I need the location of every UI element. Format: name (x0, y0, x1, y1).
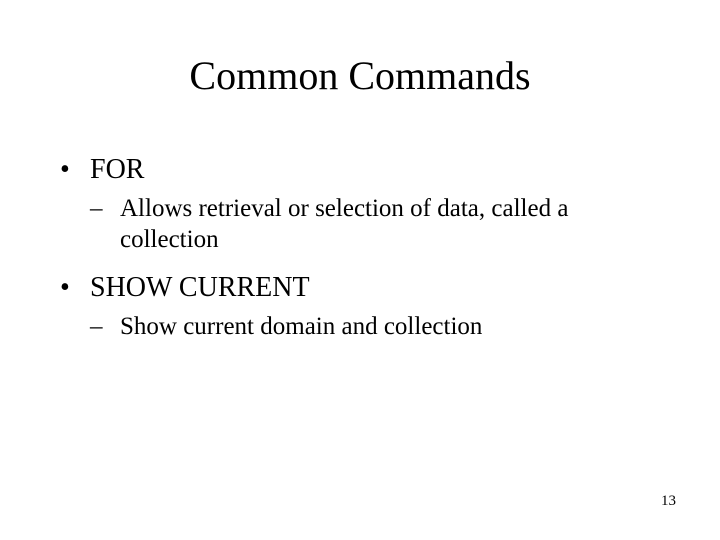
slide-title: Common Commands (0, 52, 720, 99)
page-number: 13 (661, 493, 676, 510)
bullet-level2: Allows retrieval or selection of data, c… (60, 193, 660, 256)
slide: Common Commands FOR Allows retrieval or … (0, 0, 720, 540)
bullet-level1: SHOW CURRENT (60, 270, 660, 305)
bullet-level2: Show current domain and collection (60, 311, 660, 342)
bullet-level1: FOR (60, 152, 660, 187)
slide-body: FOR Allows retrieval or selection of dat… (60, 152, 660, 356)
